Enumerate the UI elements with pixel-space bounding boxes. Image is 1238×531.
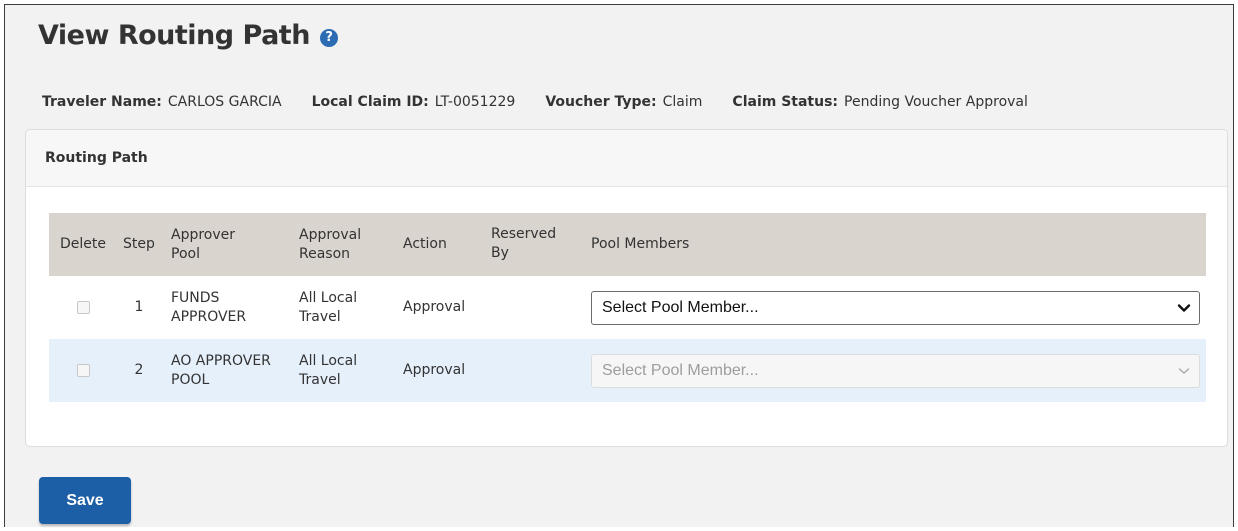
voucher-type-value: Claim — [662, 94, 703, 110]
step-cell: 2 — [134, 362, 144, 378]
approver-pool-cell: FUNDS APPROVER — [161, 289, 289, 327]
chevron-down-icon — [1178, 367, 1190, 374]
approval-reason-line1: All Local — [299, 352, 358, 369]
header-delete: Delete — [60, 236, 106, 252]
pool-member-select[interactable]: Select Pool Member... — [591, 290, 1200, 325]
claim-status: Claim Status: Pending Voucher Approval — [732, 94, 1027, 110]
pool-members-cell: Select Pool Member... — [581, 353, 1206, 388]
claim-info: Traveler Name: CARLOS GARCIA Local Claim … — [42, 91, 1028, 113]
traveler-name-value: CARLOS GARCIA — [167, 94, 282, 110]
traveler-name-label: Traveler Name: — [42, 94, 162, 110]
approver-pool-line2: APPROVER — [171, 308, 247, 325]
approval-reason-line1: All Local — [299, 289, 358, 306]
table-row: 1 FUNDS APPROVER All Local Travel Approv… — [49, 276, 1206, 339]
approver-pool-line2: POOL — [171, 371, 210, 388]
routing-table: Delete Step Approver Pool Approval Reaso… — [49, 213, 1206, 402]
delete-cell — [49, 301, 117, 314]
pool-member-select-value: Select Pool Member... — [602, 299, 759, 316]
action-cell: Approval — [403, 299, 466, 315]
approval-reason-cell: All Local Travel — [289, 352, 393, 390]
voucher-type-label: Voucher Type: — [545, 94, 657, 110]
header-reserved-by-line1: Reserved — [491, 225, 557, 242]
save-button[interactable]: Save — [39, 477, 131, 524]
routing-path-panel: Routing Path Delete Step Approver Pool A… — [25, 129, 1228, 447]
local-claim-id-label: Local Claim ID: — [311, 94, 429, 110]
approver-pool-line1: FUNDS — [171, 289, 220, 306]
header-reserved-by-line2: By — [491, 244, 509, 261]
delete-checkbox[interactable] — [76, 301, 90, 314]
page-frame: View Routing Path ? Traveler Name: CARLOS… — [4, 4, 1234, 527]
help-icon[interactable]: ? — [319, 29, 338, 47]
page-title: View Routing Path — [38, 19, 310, 51]
header-action: Action — [403, 236, 447, 252]
table-row: 2 AO APPROVER POOL All Local Travel Appr… — [49, 339, 1206, 402]
approver-pool-line1: AO APPROVER — [171, 352, 271, 369]
panel-title: Routing Path — [26, 130, 1227, 187]
claim-status-value: Pending Voucher Approval — [844, 94, 1028, 110]
table-header-row: Delete Step Approver Pool Approval Reaso… — [49, 213, 1206, 276]
approval-reason-cell: All Local Travel — [289, 289, 393, 327]
header-step: Step — [123, 236, 155, 252]
action-cell: Approval — [403, 362, 466, 378]
header-approver-pool-line1: Approver — [171, 226, 236, 243]
pool-member-select-disabled: Select Pool Member... — [591, 353, 1200, 388]
delete-cell — [49, 364, 117, 377]
header-approval-reason-line2: Reason — [299, 245, 351, 262]
pool-members-cell: Select Pool Member... — [581, 290, 1206, 325]
header-approval-reason-line1: Approval — [299, 226, 362, 243]
approval-reason-line2: Travel — [299, 308, 341, 325]
header-reserved-by: Reserved By — [481, 225, 581, 263]
page-title-bar: View Routing Path ? — [38, 15, 338, 55]
step-cell: 1 — [134, 299, 144, 315]
header-approver-pool: Approver Pool — [161, 226, 289, 264]
pool-member-select-value: Select Pool Member... — [602, 362, 759, 379]
chevron-down-icon — [1177, 303, 1191, 312]
header-approval-reason: Approval Reason — [289, 226, 393, 264]
delete-checkbox[interactable] — [76, 364, 90, 377]
header-pool-members: Pool Members — [591, 236, 690, 252]
voucher-type: Voucher Type: Claim — [545, 94, 702, 110]
claim-status-label: Claim Status: — [732, 94, 839, 110]
header-approver-pool-line2: Pool — [171, 245, 200, 262]
approver-pool-cell: AO APPROVER POOL — [161, 352, 289, 390]
approval-reason-line2: Travel — [299, 371, 341, 388]
traveler-name: Traveler Name: CARLOS GARCIA — [42, 94, 282, 110]
local-claim-id: Local Claim ID: LT-0051229 — [312, 94, 516, 110]
local-claim-id-value: LT-0051229 — [434, 94, 516, 110]
